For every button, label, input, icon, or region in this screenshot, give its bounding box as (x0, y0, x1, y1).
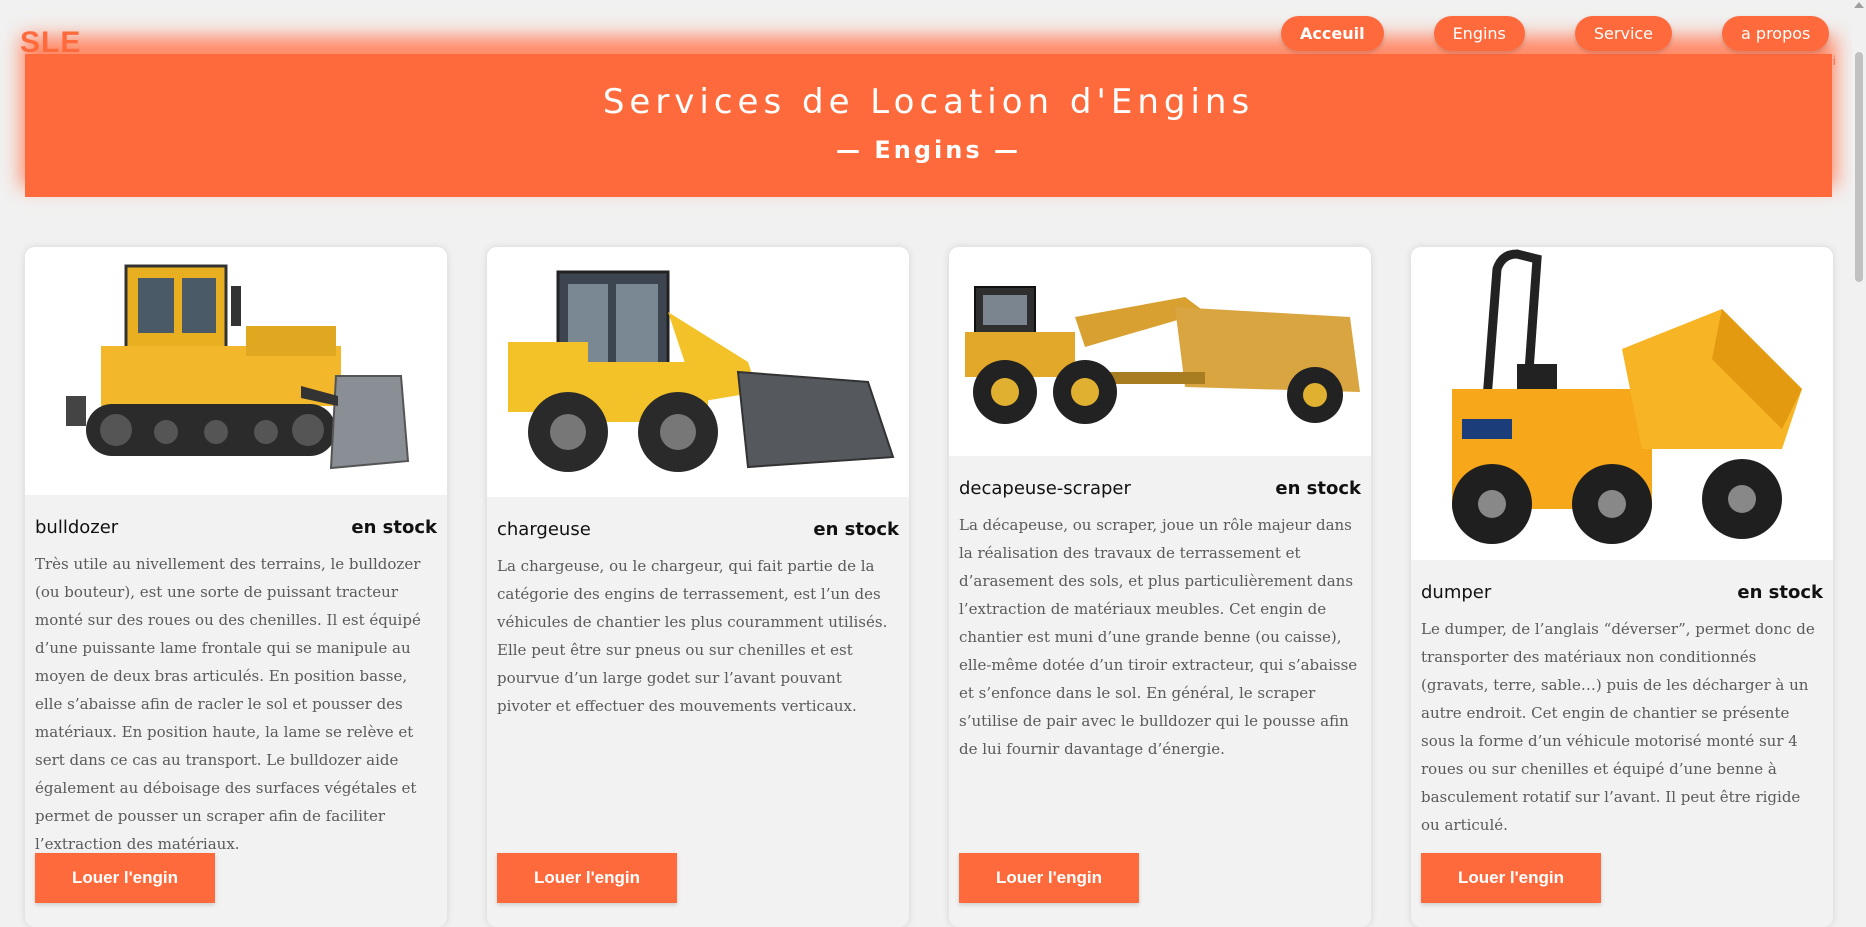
stock-status: en stock (351, 517, 437, 538)
stock-status: en stock (813, 519, 899, 540)
scroll-up-icon[interactable] (1854, 2, 1864, 8)
card-title: dumper (1421, 582, 1492, 603)
card-description: Très utile au nivellement des terrains, … (35, 555, 421, 853)
rent-button[interactable]: Louer l'engin (1421, 853, 1601, 903)
card-description: La chargeuse, ou le chargeur, qui fait p… (497, 557, 888, 715)
card-dumper: dumper en stock Le dumper, de l’anglais … (1411, 247, 1833, 927)
nav-apropos-button[interactable]: a propos (1722, 16, 1830, 51)
page-scrollbar[interactable] (1852, 0, 1866, 914)
logo[interactable]: SLE (20, 26, 81, 60)
bulldozer-image (25, 247, 447, 495)
main-nav: Acceuil Engins Service a propos (1281, 16, 1830, 51)
stock-status: en stock (1275, 478, 1361, 499)
card-decapeuse-scraper: decapeuse-scraper en stock La décapeuse,… (949, 247, 1371, 927)
stock-status: en stock (1737, 582, 1823, 603)
card-description: Le dumper, de l’anglais “déverser”, perm… (1421, 620, 1815, 834)
dumper-image (1411, 247, 1833, 560)
rent-button[interactable]: Louer l'engin (959, 853, 1139, 903)
page-subtitle: — Engins — (836, 136, 1021, 164)
card-bulldozer: bulldozer en stock Très utile au nivelle… (25, 247, 447, 927)
card-description: La décapeuse, ou scraper, joue un rôle m… (959, 516, 1358, 758)
nav-engins-button[interactable]: Engins (1433, 16, 1525, 51)
scraper-image (949, 247, 1371, 456)
stray-text: ci (1826, 54, 1836, 68)
nav-service-button[interactable]: Service (1574, 16, 1673, 51)
page-title: Services de Location d'Engins (602, 82, 1255, 122)
card-chargeuse: chargeuse en stock La chargeuse, ou le c… (487, 247, 909, 927)
scroll-thumb[interactable] (1855, 52, 1863, 282)
rent-button[interactable]: Louer l'engin (497, 853, 677, 903)
card-title: decapeuse-scraper (959, 478, 1131, 499)
card-title: bulldozer (35, 517, 119, 538)
loader-image (487, 247, 909, 497)
nav-accueil-button[interactable]: Acceuil (1281, 16, 1384, 51)
rent-button[interactable]: Louer l'engin (35, 853, 215, 903)
card-title: chargeuse (497, 519, 591, 540)
hero-banner: Services de Location d'Engins — Engins — (25, 54, 1832, 197)
